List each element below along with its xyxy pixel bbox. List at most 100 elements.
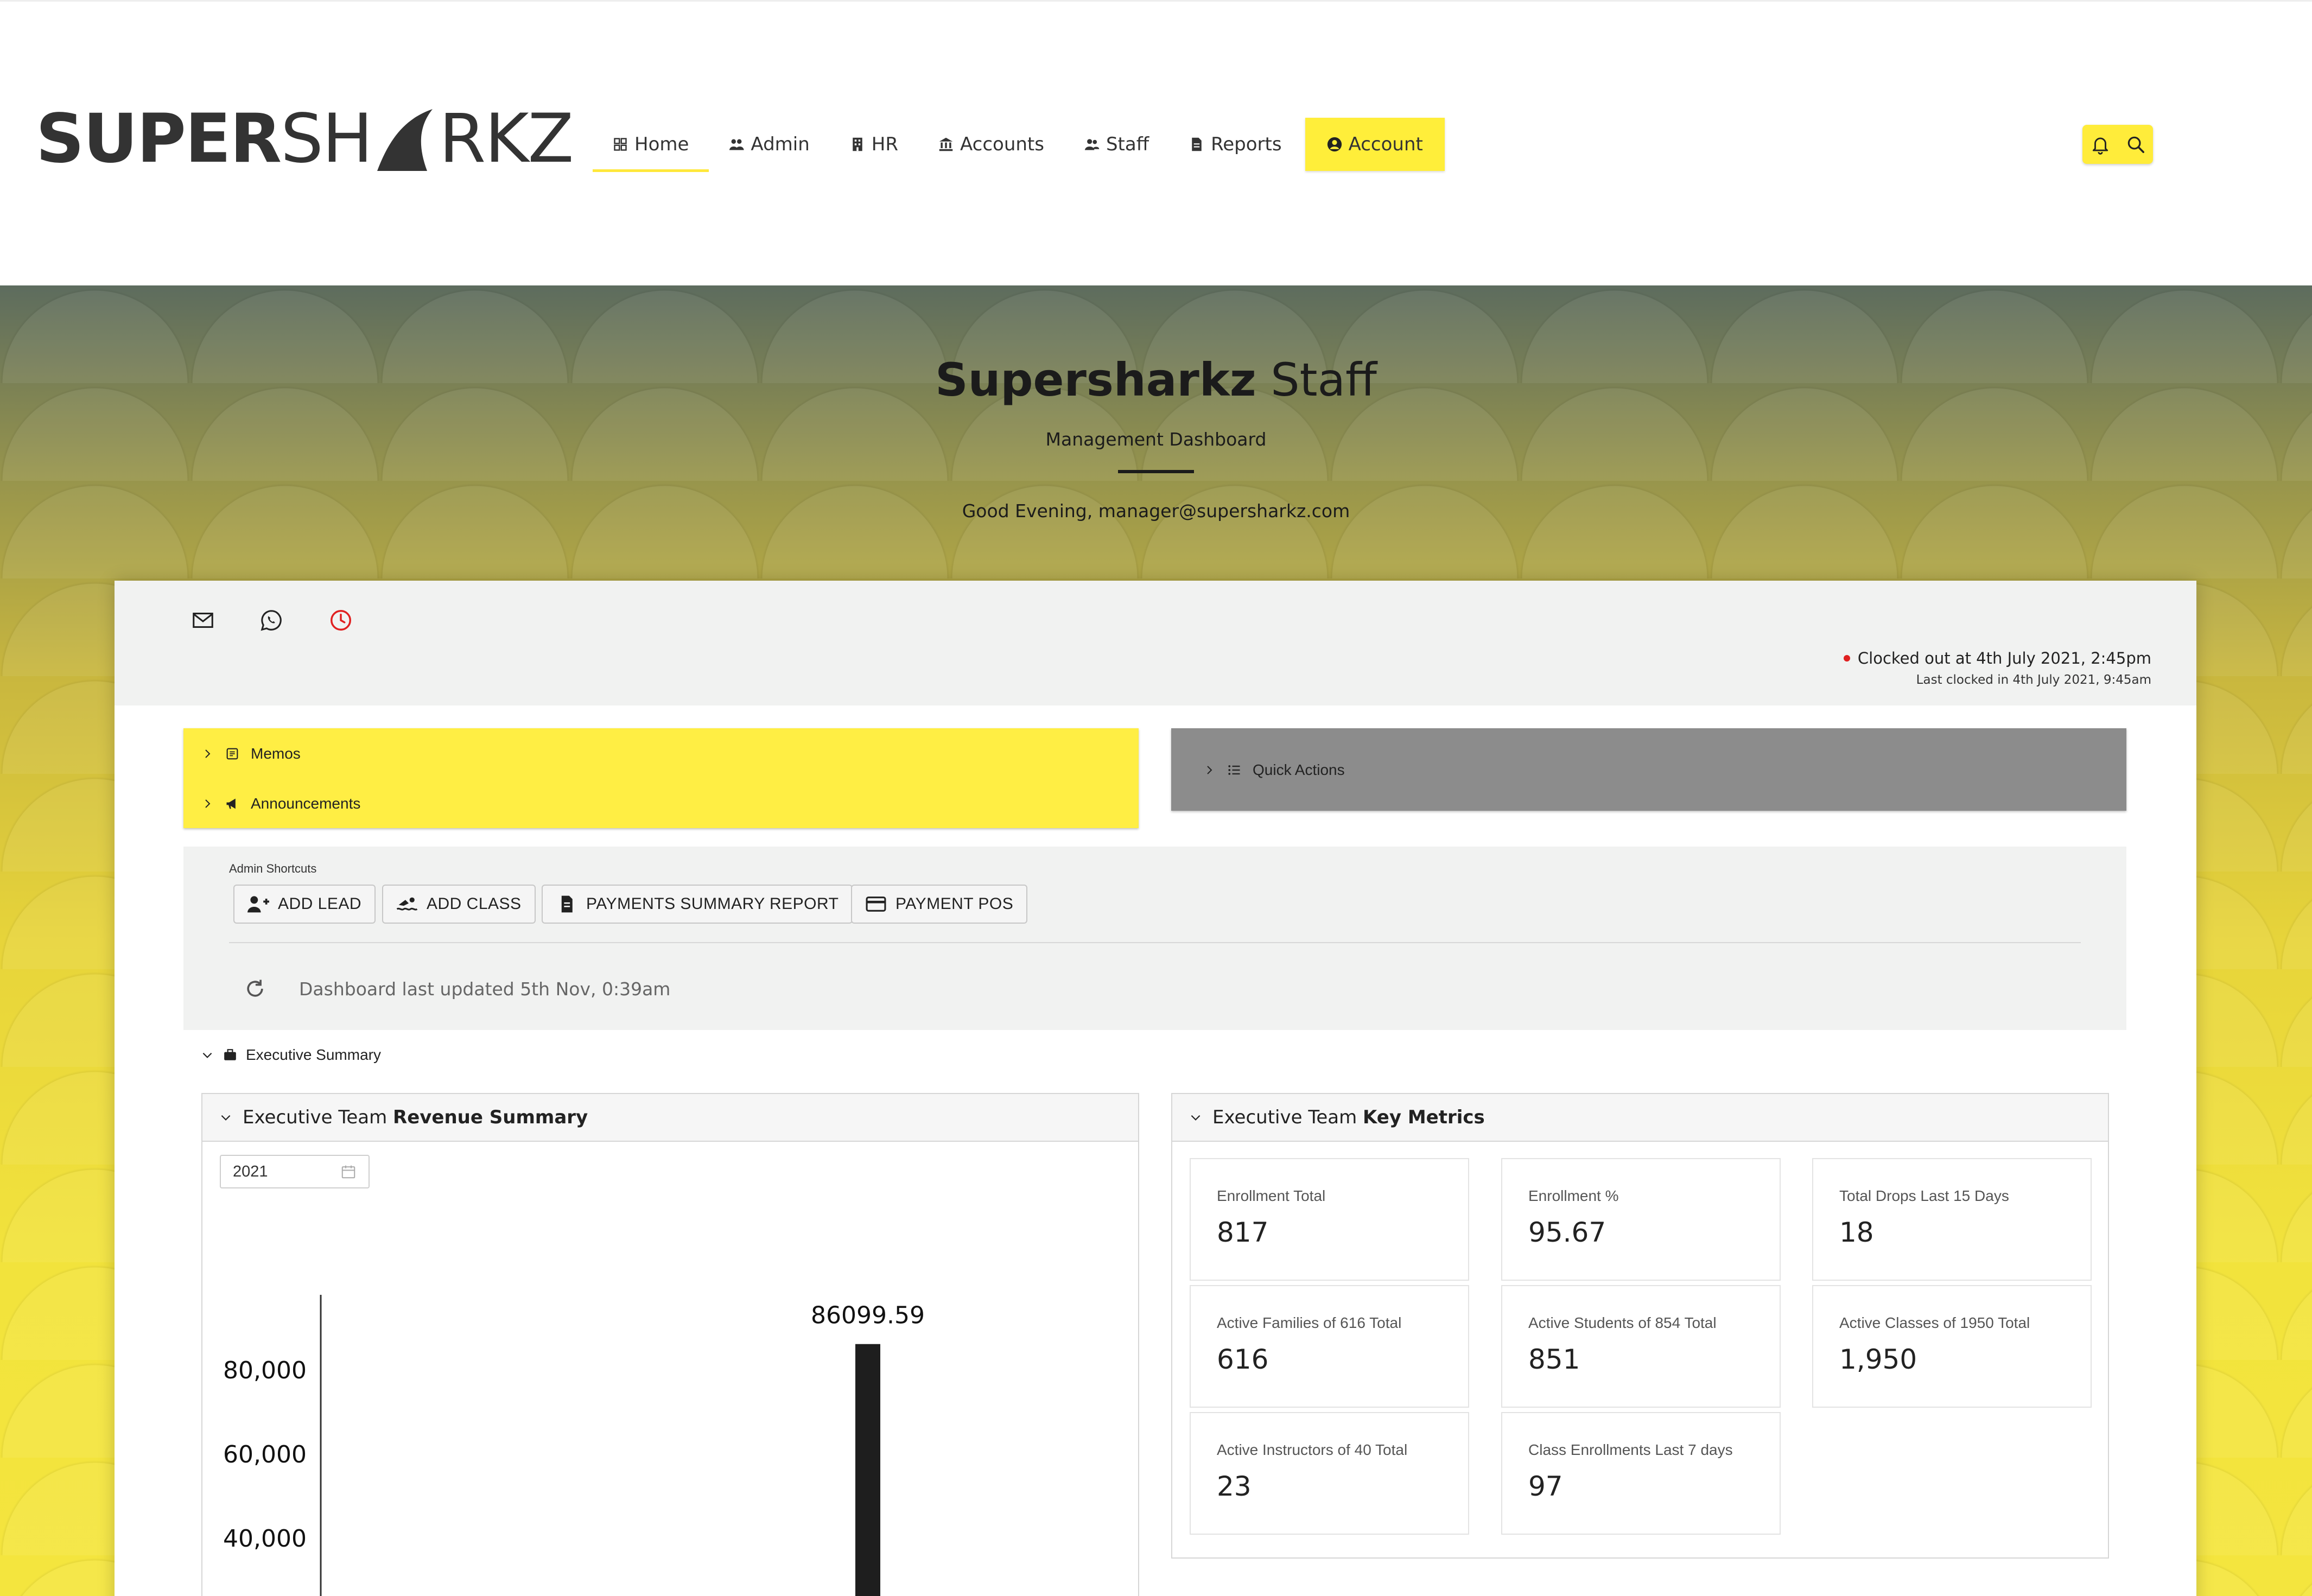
- bell-icon[interactable]: [2090, 134, 2111, 155]
- logo-text-light: SH: [281, 100, 373, 178]
- nav-home-label: Home: [634, 133, 689, 155]
- megaphone-icon: [226, 798, 236, 809]
- dashboard-card: Clocked out at 4th July 2021, 2:45pm Las…: [115, 581, 2196, 1596]
- revenue-summary-panel: Executive Team Revenue Summary 80,000 60,…: [201, 1093, 1139, 1596]
- building-icon: [853, 137, 862, 151]
- users-icon: [729, 139, 745, 150]
- revenue-summary-title: Executive Team Revenue Summary: [243, 1107, 588, 1128]
- card-header: Clocked out at 4th July 2021, 2:45pm Las…: [115, 581, 2196, 705]
- payment-pos-label: PAYMENT POS: [895, 895, 1014, 913]
- metric-title: Enrollment %: [1528, 1187, 1619, 1204]
- nav-reports[interactable]: Reports: [1169, 118, 1301, 171]
- chevron-down-icon: [1191, 1115, 1201, 1121]
- clock-icon[interactable]: [328, 608, 353, 633]
- nav-staff-label: Staff: [1106, 133, 1149, 155]
- metric-card: Active Instructors of 40 Total 23: [1190, 1412, 1469, 1535]
- metric-title: Active Students of 854 Total: [1528, 1314, 1717, 1331]
- year-value: 2021: [233, 1162, 268, 1180]
- metric-card: Active Classes of 1950 Total 1,950: [1812, 1285, 2092, 1408]
- nav-admin[interactable]: Admin: [709, 118, 829, 171]
- top-navbar: SUPER SH RKZ Home Admin HR Accounts Staf…: [0, 0, 2312, 285]
- quick-actions-label: Quick Actions: [1253, 761, 1345, 778]
- metric-title: Active Instructors of 40 Total: [1217, 1441, 1408, 1458]
- nav-staff[interactable]: Staff: [1064, 118, 1169, 171]
- dashboard-updated-text: Dashboard last updated 5th Nov, 0:39am: [299, 978, 671, 1000]
- add-class-label: ADD CLASS: [427, 895, 522, 913]
- list-icon: [1228, 765, 1240, 775]
- metric-title: Active Classes of 1950 Total: [1839, 1314, 2030, 1331]
- metric-card: Total Drops Last 15 Days 18: [1812, 1158, 2092, 1281]
- memos-label: Memos: [251, 745, 301, 762]
- search-icon[interactable]: [2125, 134, 2146, 155]
- metric-value: 18: [1839, 1217, 1874, 1248]
- key-metrics-panel: Executive Team Key Metrics Enrollment To…: [1171, 1093, 2109, 1559]
- shark-fin-icon: [377, 109, 433, 171]
- year-picker[interactable]: 2021: [220, 1155, 370, 1188]
- memos-toggle[interactable]: Memos: [201, 735, 301, 773]
- user-plus-icon: [247, 896, 269, 913]
- y-tick-label: 60,000: [223, 1441, 307, 1468]
- admin-shortcuts: Admin Shortcuts ADD LEAD ADD CLASS PAYME…: [183, 847, 2126, 1030]
- briefcase-icon: [224, 1049, 236, 1060]
- shortcuts-divider: [229, 942, 2081, 943]
- revenue-bar[interactable]: [855, 1344, 880, 1596]
- add-class-button[interactable]: ADD CLASS: [382, 885, 536, 924]
- nav-account-label: Account: [1348, 133, 1423, 155]
- metric-title: Enrollment Total: [1217, 1187, 1326, 1204]
- last-clocked-text: Last clocked in 4th July 2021, 9:45am: [1916, 673, 2151, 687]
- key-metrics-header[interactable]: Executive Team Key Metrics: [1172, 1094, 2108, 1142]
- quick-actions-toggle[interactable]: Quick Actions: [1203, 751, 1345, 789]
- page-title-rest: Staff: [1256, 353, 1377, 406]
- executive-summary-toggle[interactable]: Executive Summary: [200, 1046, 381, 1064]
- report-icon: [561, 895, 573, 913]
- payment-pos-button[interactable]: PAYMENT POS: [851, 885, 1028, 924]
- calendar-icon: [341, 1165, 355, 1179]
- memo-icon: [226, 748, 238, 760]
- credit-card-icon: [866, 896, 886, 912]
- title-divider: [1118, 470, 1194, 473]
- logo-text-light-end: RKZ: [439, 100, 574, 178]
- revenue-bar-chart: 80,000 60,000 40,000 86099.59: [223, 1295, 925, 1596]
- admin-shortcuts-label: Admin Shortcuts: [229, 862, 317, 875]
- nav-admin-label: Admin: [751, 133, 810, 155]
- nav-home[interactable]: Home: [593, 118, 709, 172]
- refresh-icon[interactable]: [243, 977, 267, 1001]
- nav-accounts-label: Accounts: [960, 133, 1044, 155]
- brand-logo[interactable]: SUPER SH RKZ: [36, 98, 574, 180]
- main-nav: Home Admin HR Accounts Staff Reports Acc…: [593, 118, 1445, 172]
- nav-accounts[interactable]: Accounts: [918, 118, 1064, 171]
- whatsapp-icon[interactable]: [259, 608, 284, 633]
- metric-card: Active Families of 616 Total 616: [1190, 1285, 1469, 1408]
- metric-card: Enrollment % 95.67: [1501, 1158, 1781, 1281]
- metric-value: 23: [1217, 1471, 1252, 1502]
- metric-title: Active Families of 616 Total: [1217, 1314, 1402, 1331]
- mail-icon[interactable]: [190, 608, 215, 633]
- y-tick-label: 40,000: [223, 1525, 307, 1553]
- header-tools: [2082, 125, 2153, 164]
- page-title: Supersharkz Staff: [0, 353, 2312, 406]
- key-metrics-title: Executive Team Key Metrics: [1212, 1107, 1485, 1128]
- metric-title: Class Enrollments Last 7 days: [1528, 1441, 1733, 1458]
- chevron-right-icon: [205, 799, 211, 808]
- greeting-text: Good Evening, manager@supersharkz.com: [962, 500, 1350, 522]
- payments-summary-report-label: PAYMENTS SUMMARY REPORT: [586, 895, 839, 913]
- metric-value: 1,950: [1839, 1344, 1917, 1375]
- metric-value: 817: [1217, 1217, 1269, 1248]
- quick-actions-panel: Quick Actions: [1171, 728, 2126, 811]
- logo-text-bold: SUPER: [36, 100, 282, 178]
- nav-reports-label: Reports: [1211, 133, 1282, 155]
- announcements-toggle[interactable]: Announcements: [201, 785, 360, 823]
- metric-value: 97: [1528, 1471, 1563, 1502]
- bar-data-label: 86099.59: [811, 1302, 925, 1330]
- nav-account-button[interactable]: Account: [1305, 118, 1445, 171]
- y-tick-label: 80,000: [223, 1357, 307, 1384]
- user-circle-icon: [1327, 137, 1342, 152]
- metrics-title-bold: Key Metrics: [1363, 1107, 1485, 1128]
- add-lead-button[interactable]: ADD LEAD: [233, 885, 376, 924]
- swimmer-icon: [396, 897, 418, 911]
- metric-card: Enrollment Total 817: [1190, 1158, 1469, 1281]
- metric-value: 616: [1217, 1344, 1269, 1375]
- nav-hr[interactable]: HR: [830, 118, 918, 171]
- revenue-summary-header[interactable]: Executive Team Revenue Summary: [202, 1094, 1138, 1142]
- payments-summary-report-button[interactable]: PAYMENTS SUMMARY REPORT: [542, 885, 853, 924]
